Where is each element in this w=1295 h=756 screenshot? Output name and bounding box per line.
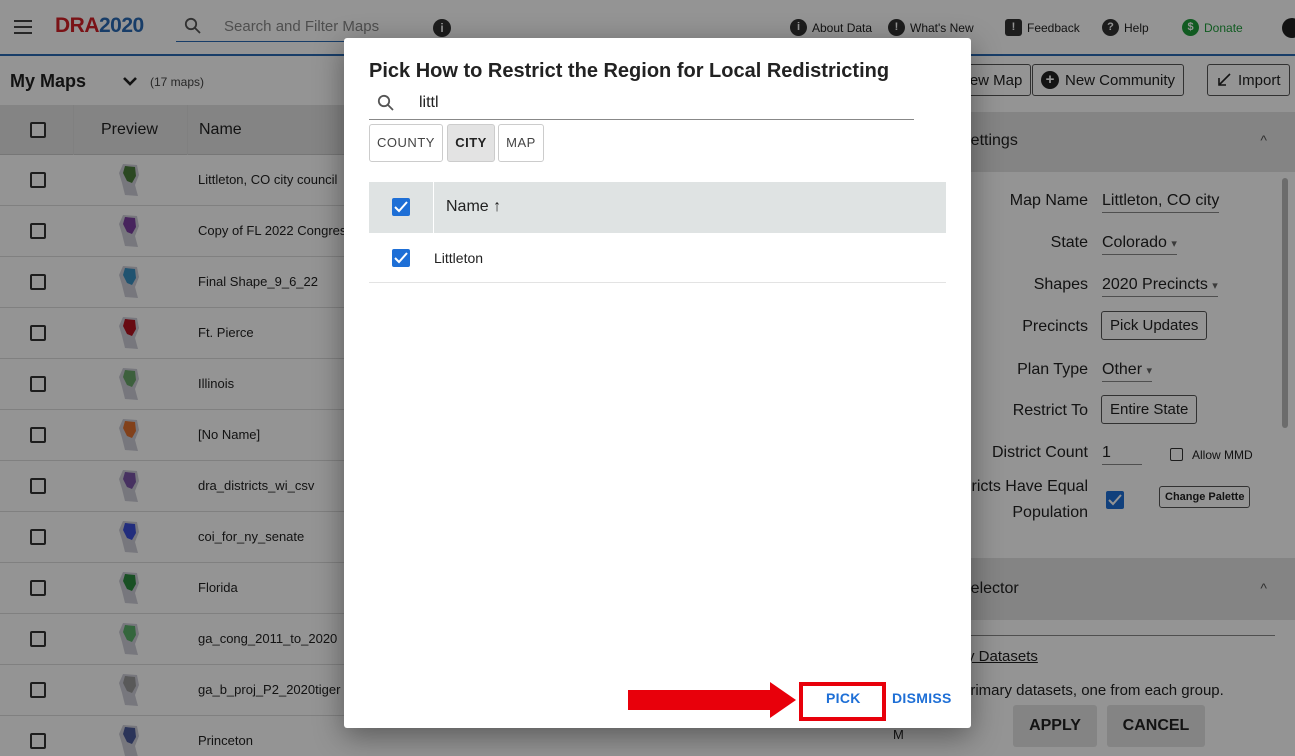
column-divider: [433, 182, 434, 233]
dialog-search-value: littl: [419, 94, 439, 111]
search-icon: [377, 94, 394, 111]
tab-county[interactable]: COUNTY: [369, 124, 443, 162]
annotation-arrow-head: [770, 682, 796, 718]
check-icon: [394, 201, 408, 213]
row-name: Littleton: [434, 250, 484, 266]
dialog-search-field[interactable]: littl: [369, 88, 914, 120]
tab-city[interactable]: CITY: [447, 124, 495, 162]
row-checkbox[interactable]: [392, 249, 410, 267]
name-column-header[interactable]: Name ↑: [446, 198, 501, 216]
dialog-table-header: Name ↑: [369, 182, 946, 233]
annotation-highlight-box: [799, 682, 886, 721]
dismiss-button[interactable]: DISMISS: [892, 690, 952, 706]
dialog-title: Pick How to Restrict the Region for Loca…: [369, 60, 890, 82]
restrict-region-dialog: Pick How to Restrict the Region for Loca…: [344, 38, 971, 728]
dialog-table-row[interactable]: Littleton: [369, 233, 946, 283]
check-icon: [394, 252, 408, 264]
tab-map[interactable]: MAP: [498, 124, 544, 162]
select-all-checkbox[interactable]: [392, 198, 410, 216]
annotation-arrow: [628, 690, 772, 710]
